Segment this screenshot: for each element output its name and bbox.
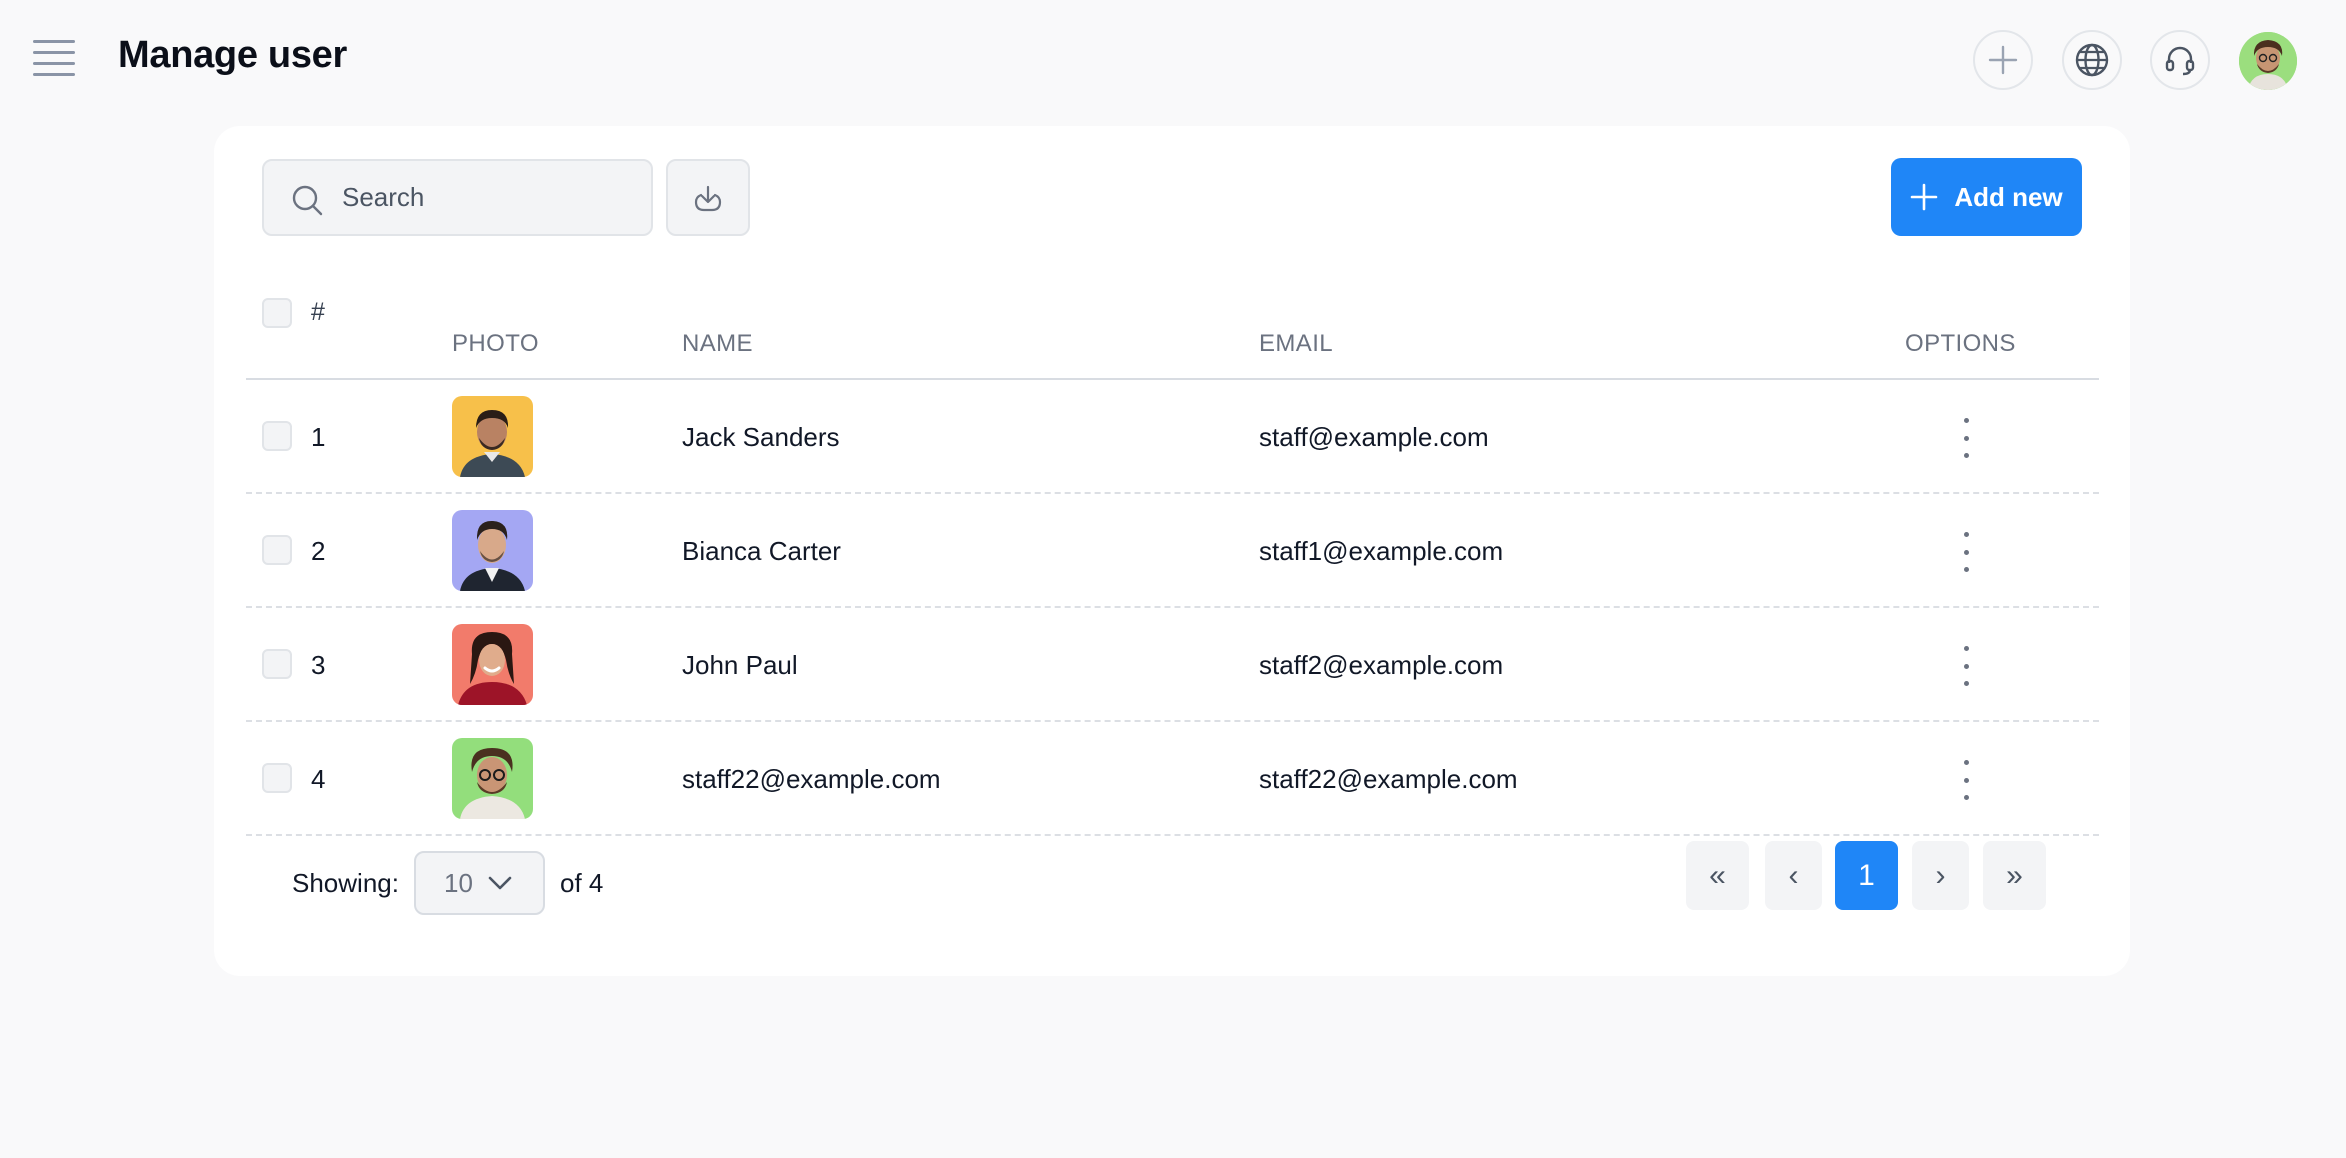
select-all-checkbox[interactable] — [262, 298, 292, 328]
chevron-down-icon — [488, 876, 512, 890]
user-name: staff22@example.com — [682, 764, 941, 794]
support-button[interactable] — [2150, 30, 2210, 90]
page-title: Manage user — [118, 34, 348, 76]
row-options-menu-icon[interactable] — [1956, 532, 1976, 572]
pagination-next-button[interactable]: › — [1912, 841, 1969, 910]
export-button[interactable] — [666, 159, 750, 236]
user-list-card: Add new # PHOTO NAME EMAIL OPTIONS 1 — [214, 126, 2130, 976]
top-bar: Manage user — [0, 0, 2346, 120]
plus-icon — [1988, 45, 2018, 75]
pagination-prev-button[interactable]: ‹ — [1765, 841, 1822, 910]
row-index: 2 — [311, 536, 326, 566]
search-box[interactable] — [262, 159, 653, 236]
user-name: Bianca Carter — [682, 536, 841, 566]
quick-add-button[interactable] — [1973, 30, 2033, 90]
language-button[interactable] — [2062, 30, 2122, 90]
column-header-photo: PHOTO — [452, 330, 539, 357]
row-options-menu-icon[interactable] — [1956, 646, 1976, 686]
showing-label: Showing: — [292, 868, 399, 898]
per-page-select[interactable]: 10 — [414, 851, 545, 915]
column-header-email: EMAIL — [1259, 330, 1334, 357]
total-count: of 4 — [560, 868, 604, 898]
user-name: John Paul — [682, 650, 798, 680]
row-checkbox[interactable] — [262, 535, 292, 565]
user-email: staff@example.com — [1259, 422, 1489, 452]
user-avatar[interactable] — [2239, 32, 2297, 90]
table-header: # PHOTO NAME EMAIL OPTIONS — [246, 286, 2099, 380]
user-email: staff1@example.com — [1259, 536, 1504, 566]
row-checkbox[interactable] — [262, 649, 292, 679]
user-photo — [452, 624, 533, 705]
user-photo — [452, 396, 533, 477]
headset-icon — [2165, 46, 2195, 76]
add-new-label: Add new — [1954, 181, 2063, 212]
search-icon — [292, 185, 323, 216]
row-index: 1 — [311, 422, 326, 452]
column-header-index: # — [311, 298, 326, 326]
globe-icon — [2075, 43, 2109, 77]
menu-icon[interactable] — [33, 40, 75, 76]
column-header-name: NAME — [682, 330, 753, 357]
users-table: # PHOTO NAME EMAIL OPTIONS 1 Jack Sander… — [246, 286, 2099, 836]
plus-icon — [1911, 183, 1938, 211]
user-email: staff22@example.com — [1259, 764, 1518, 794]
table-row[interactable]: 1 Jack Sanders staff@example.com — [246, 380, 2099, 494]
user-photo — [452, 510, 533, 591]
download-icon — [694, 185, 722, 211]
row-options-menu-icon[interactable] — [1956, 760, 1976, 800]
table-row[interactable]: 3 John Paul staff2@example.com — [246, 608, 2099, 722]
row-checkbox[interactable] — [262, 763, 292, 793]
pagination-first-button[interactable]: « — [1686, 841, 1749, 910]
per-page-value: 10 — [444, 867, 473, 898]
table-row[interactable]: 4 staff22@example.com staff22@example.co… — [246, 722, 2099, 836]
column-header-options: OPTIONS — [1905, 330, 2016, 357]
pagination-last-button[interactable]: » — [1983, 841, 2046, 910]
row-index: 4 — [311, 764, 326, 794]
user-photo — [452, 738, 533, 819]
table-row[interactable]: 2 Bianca Carter staff1@example.com — [246, 494, 2099, 608]
add-new-button[interactable]: Add new — [1891, 158, 2082, 236]
user-name: Jack Sanders — [682, 422, 840, 452]
pagination-page-1[interactable]: 1 — [1835, 841, 1898, 910]
row-index: 3 — [311, 650, 326, 680]
search-input[interactable] — [342, 161, 632, 234]
row-checkbox[interactable] — [262, 421, 292, 451]
row-options-menu-icon[interactable] — [1956, 418, 1976, 458]
user-email: staff2@example.com — [1259, 650, 1504, 680]
